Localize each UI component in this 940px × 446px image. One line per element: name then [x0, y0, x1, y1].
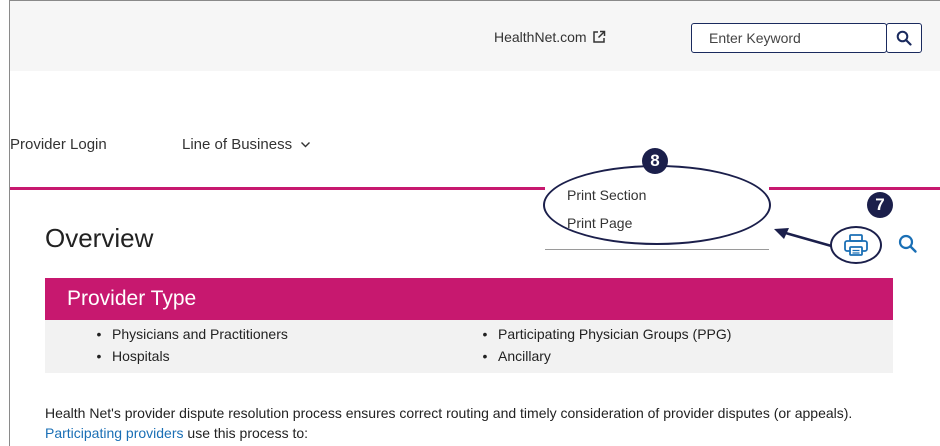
print-dropdown-menu: Print Section Print Page — [545, 179, 769, 250]
list-item-label: Hospitals — [112, 348, 170, 364]
external-link-icon — [592, 30, 605, 43]
list-item: • Hospitals — [86, 348, 170, 364]
browser-frame: HealthNet.com Provider Login Line of Bus… — [9, 0, 940, 446]
paragraph-text: use this process to: — [183, 425, 309, 441]
list-item-label: Physicians and Practitioners — [112, 326, 288, 342]
nav-item-line-of-business[interactable]: Line of Business — [182, 136, 311, 153]
print-section-option[interactable]: Print Section — [567, 187, 646, 203]
list-bullet: • — [96, 348, 102, 364]
nav-item-label: Provider Login — [10, 136, 107, 153]
list-item-label: Ancillary — [498, 348, 551, 364]
main-nav: Provider Login Line of Business — [10, 136, 940, 158]
external-link-label: HealthNet.com — [494, 29, 587, 45]
participating-providers-link[interactable]: Participating providers — [45, 425, 184, 441]
nav-divider — [10, 187, 940, 190]
nav-item-label: Line of Business — [182, 136, 293, 153]
printer-icon — [844, 234, 868, 256]
list-bullet: • — [482, 326, 488, 342]
search-icon — [896, 30, 912, 46]
annotation-badge-7: 7 — [867, 192, 893, 218]
list-item: • Participating Physician Groups (PPG) — [472, 326, 732, 342]
annotation-arrow-icon — [774, 228, 837, 249]
provider-type-heading: Provider Type — [45, 278, 893, 320]
page-search-icon[interactable] — [896, 232, 920, 256]
page-title: Overview — [45, 223, 154, 253]
search-button[interactable] — [886, 23, 922, 53]
dispute-intro-paragraph: Health Net's provider dispute resolution… — [45, 403, 925, 443]
utility-bar: HealthNet.com — [10, 1, 940, 71]
list-item: • Ancillary — [472, 348, 551, 364]
chevron-down-icon — [301, 141, 311, 147]
keyword-search-input[interactable] — [691, 23, 887, 53]
nav-item-provider-login[interactable]: Provider Login — [10, 136, 107, 153]
print-button[interactable] — [830, 226, 882, 264]
annotation-badge-8: 8 — [642, 148, 668, 174]
print-page-option[interactable]: Print Page — [567, 215, 632, 231]
healthnet-external-link[interactable]: HealthNet.com — [494, 29, 606, 45]
paragraph-text: Health Net's provider dispute resolution… — [45, 405, 853, 421]
list-bullet: • — [482, 348, 488, 364]
list-item-label: Participating Physician Groups (PPG) — [498, 326, 732, 342]
provider-type-list: • Physicians and Practitioners • Hospita… — [45, 320, 893, 373]
list-item: • Physicians and Practitioners — [86, 326, 288, 342]
list-bullet: • — [96, 326, 102, 342]
